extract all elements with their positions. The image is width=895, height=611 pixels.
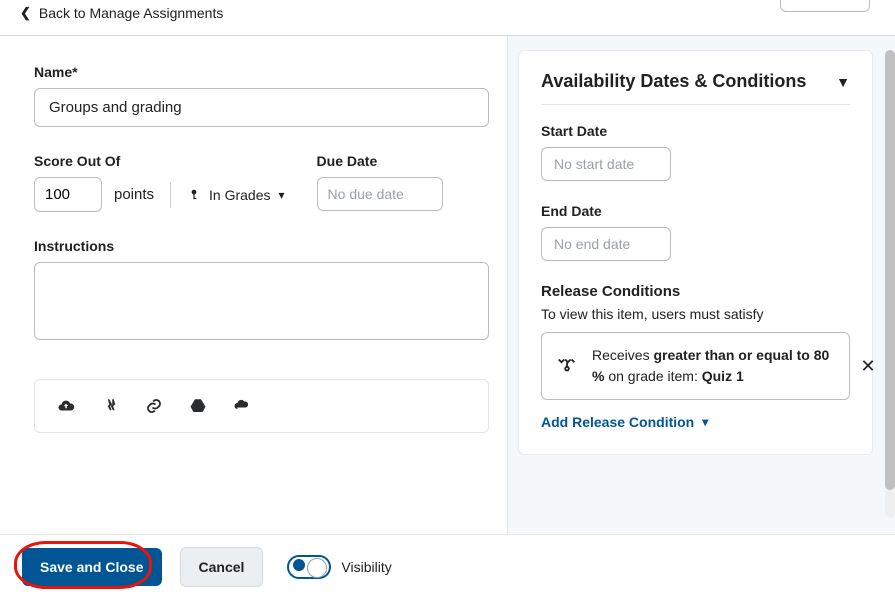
visibility-label: Visibility [341,559,391,575]
start-date-input[interactable] [541,147,671,181]
condition-text: Receives greater than or equal to 80 % o… [592,345,835,387]
instructions-label: Instructions [34,238,489,254]
due-date-input[interactable] [317,177,443,211]
content-area: Name* Score Out Of points In Grades ▾ Du… [0,36,895,534]
chevron-down-icon: ▼ [836,74,850,90]
side-panel-area: Availability Dates & Conditions ▼ Start … [508,36,895,534]
link-icon[interactable] [145,397,163,415]
release-title: Release Conditions [541,283,850,300]
end-date-input[interactable] [541,227,671,261]
record-icon[interactable] [101,397,119,415]
score-input[interactable] [34,177,102,212]
breadcrumb: ❮ Back to Manage Assignments [0,0,895,36]
name-input[interactable] [34,88,489,127]
key-icon [187,188,201,202]
instructions-input[interactable] [34,262,489,340]
remove-condition-button[interactable]: ✕ [857,355,879,377]
panel-title: Availability Dates & Conditions [541,71,806,92]
condition-icon [556,354,578,379]
divider [170,182,171,208]
header-toggle-collapsed[interactable] [780,0,870,12]
condition-prefix: Receives [592,347,653,363]
back-link[interactable]: ❮ Back to Manage Assignments [20,5,223,21]
condition-mid: on grade item: [604,368,701,384]
name-label: Name* [34,64,489,80]
release-description: To view this item, users must satisfy [541,306,850,322]
google-drive-icon[interactable] [189,397,207,415]
end-date-label: End Date [541,203,850,219]
cloud-upload-icon[interactable] [57,397,75,415]
chevron-left-icon: ❮ [20,5,31,21]
panel-header[interactable]: Availability Dates & Conditions ▼ [541,71,850,105]
main-form: Name* Score Out Of points In Grades ▾ Du… [0,36,508,534]
onedrive-icon[interactable] [233,397,251,415]
back-link-label: Back to Manage Assignments [39,5,223,21]
score-label: Score Out Of [34,153,285,169]
due-date-label: Due Date [317,153,443,169]
release-condition-chip: Receives greater than or equal to 80 % o… [541,332,850,400]
add-release-condition-button[interactable]: Add Release Condition ▾ [541,414,708,430]
visibility-toggle[interactable] [287,555,331,579]
add-condition-label: Add Release Condition [541,414,694,430]
in-grades-label: In Grades [209,187,270,203]
start-date-label: Start Date [541,123,850,139]
points-label: points [114,186,154,203]
chevron-down-icon: ▾ [702,415,708,429]
attachment-bar [34,379,489,433]
in-grades-dropdown[interactable]: In Grades ▾ [187,187,285,203]
save-button[interactable]: Save and Close [22,548,162,586]
scrollbar[interactable] [885,50,895,518]
condition-item: Quiz 1 [702,368,744,384]
chevron-down-icon: ▾ [279,188,285,202]
cancel-button[interactable]: Cancel [180,547,264,587]
footer-bar: Save and Close Cancel Visibility [0,534,895,599]
availability-panel: Availability Dates & Conditions ▼ Start … [518,50,873,455]
